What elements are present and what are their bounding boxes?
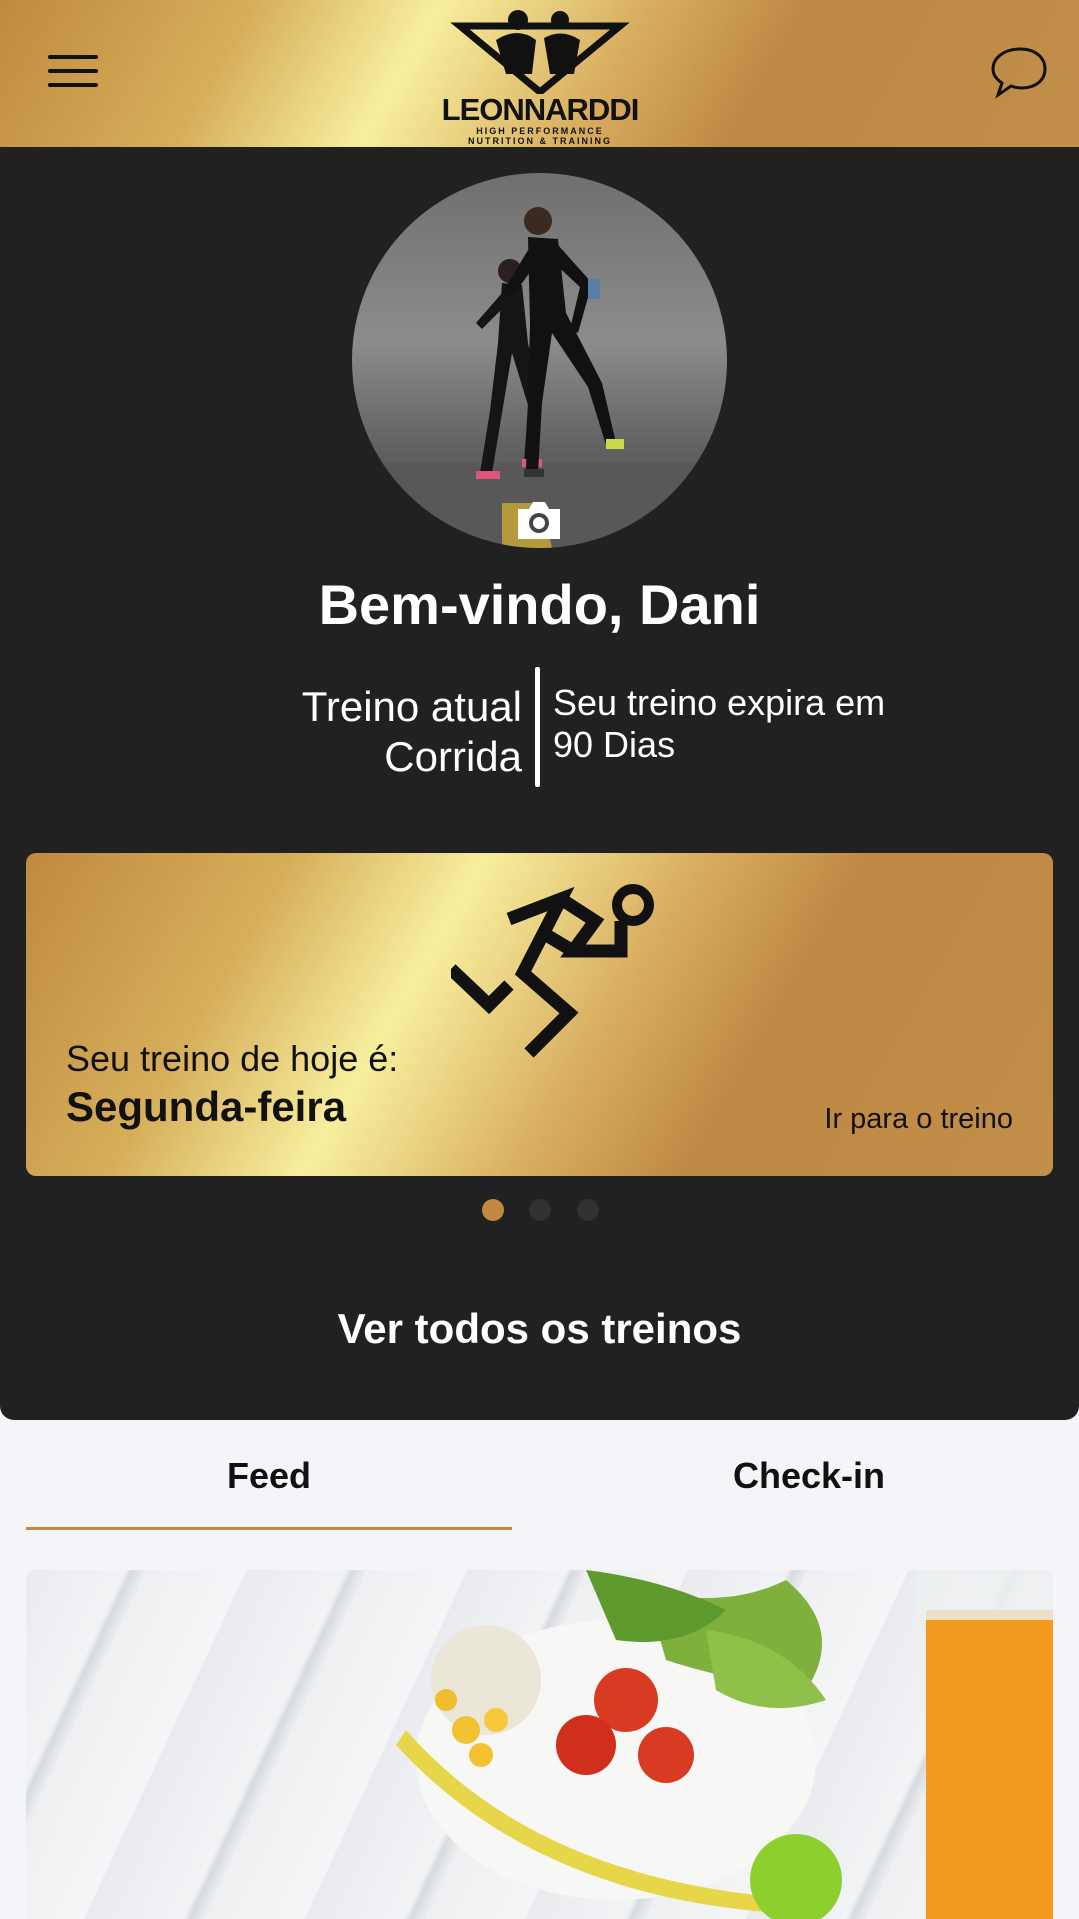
athletes-emblem-icon <box>450 10 630 97</box>
carousel-dot-2[interactable] <box>529 1199 551 1221</box>
expiry-label: Seu treino expira em <box>553 682 886 723</box>
plan-expiry: Seu treino expira em 90 Dias <box>553 682 933 766</box>
app-header: LEONNARDDI HIGH PERFORMANCE NUTRITION & … <box>0 0 1079 147</box>
card-subtitle: Seu treino de hoje é: <box>66 1038 399 1079</box>
chat-bubble-icon[interactable] <box>990 45 1048 99</box>
current-plan: Treino atual Corrida <box>200 682 522 782</box>
logo-tagline: NUTRITION & TRAINING <box>468 136 612 146</box>
card-day: Segunda-feira <box>66 1083 347 1130</box>
hamburger-menu-icon[interactable] <box>48 55 98 91</box>
logo-tagline: HIGH PERFORMANCE <box>476 126 604 136</box>
welcome-heading: Bem-vindo, Dani <box>318 573 761 636</box>
carousel-dot-3[interactable] <box>577 1199 599 1221</box>
current-plan-label: Treino atual <box>301 683 522 730</box>
feed-post-image[interactable] <box>26 1570 1053 1919</box>
running-person-icon <box>451 884 654 1058</box>
logo-wordmark: LEONNARDDI <box>441 92 640 127</box>
current-plan-value: Corrida <box>384 733 522 780</box>
expiry-value: 90 Dias <box>553 724 676 765</box>
tab-feed[interactable]: Feed <box>14 1455 524 1497</box>
profile-section: Bem-vindo, Dani Treino atual Corrida Seu… <box>0 147 1079 1420</box>
tab-check-in[interactable]: Check-in <box>554 1455 1064 1497</box>
active-tab-indicator <box>26 1527 512 1530</box>
go-to-training-link[interactable]: Ir para o treino <box>824 1103 1013 1136</box>
see-all-trainings-button[interactable]: Ver todos os treinos <box>0 1305 1079 1353</box>
camera-icon[interactable] <box>514 499 564 541</box>
plan-divider <box>535 667 540 787</box>
today-training-card[interactable]: Seu treino de hoje é: Segunda-feira Ir p… <box>26 853 1053 1176</box>
profile-photo[interactable] <box>352 173 727 548</box>
brand-logo: LEONNARDDI HIGH PERFORMANCE NUTRITION & … <box>440 4 640 146</box>
carousel-dot-1[interactable] <box>482 1199 504 1221</box>
